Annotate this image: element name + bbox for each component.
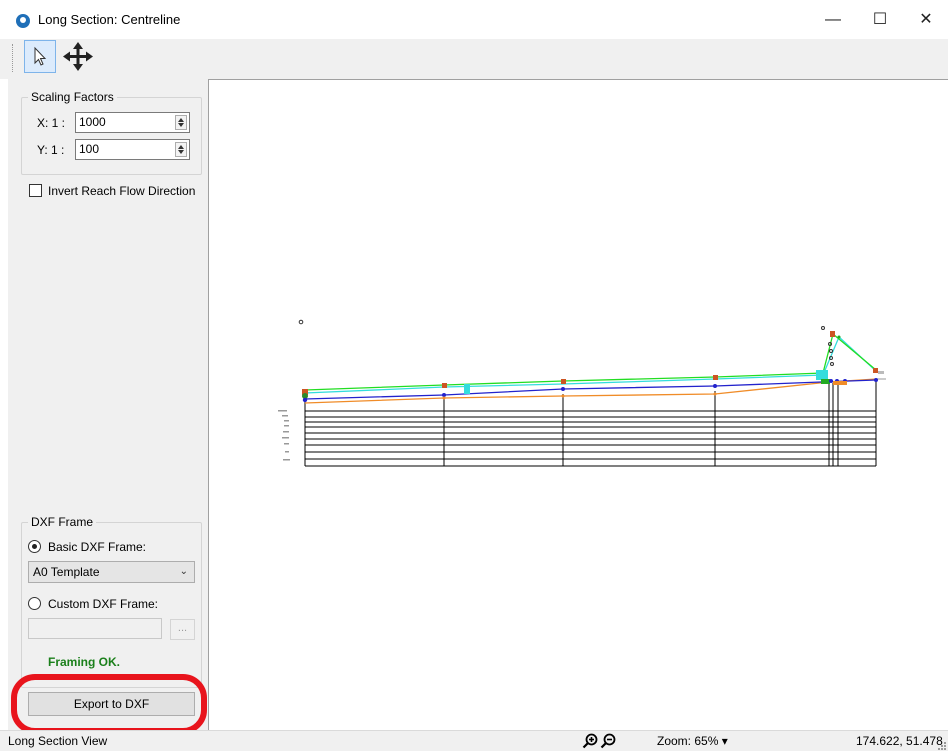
status-bar: Long Section View Zoom: 65% ▾ 174.622, 5… [0,730,948,751]
annotation-highlight-ring [11,674,207,734]
x-scale-value: 1000 [79,115,106,129]
zoom-level-dropdown[interactable]: Zoom: 65% ▾ [657,734,728,748]
pointer-arrow-icon [34,46,47,66]
pan-tool-button[interactable] [60,40,96,73]
chevron-down-icon: ⌄ [179,566,188,577]
dxf-template-value: A0 Template [33,565,100,579]
four-way-arrow-icon [63,42,93,71]
maximize-button[interactable]: ☐ [857,0,903,39]
resize-grip-icon[interactable] [936,739,946,750]
x-scale-label: X: 1 : [37,116,66,130]
cursor-coordinates: 174.622, 51.478 [856,734,943,748]
invert-flow-checkbox[interactable] [29,184,42,197]
custom-dxf-frame-radio[interactable] [28,597,41,610]
toolbar [0,39,948,79]
water-line [304,335,877,394]
title-bar: Long Section: Centreline — ☐ ✕ [0,0,948,39]
spin-arrows-icon[interactable] [175,142,187,157]
custom-dxf-path-field[interactable] [28,618,162,639]
view-name-label: Long Section View [8,734,108,748]
basic-dxf-frame-radio[interactable] [28,540,41,553]
zoom-in-icon[interactable] [582,733,598,749]
dxf-template-select[interactable]: A0 Template ⌄ [28,561,195,583]
select-tool-button[interactable] [24,40,56,73]
toolbar-grip[interactable] [12,44,15,72]
x-scale-input[interactable]: 1000 [75,112,190,133]
y-scale-label: Y: 1 : [37,143,65,157]
scaling-factors-group [21,97,202,175]
section-data-table [304,381,877,467]
y-scale-value: 100 [79,142,100,156]
spin-arrows-icon[interactable] [175,115,187,130]
y-scale-input[interactable]: 100 [75,139,190,160]
ground-line [304,332,877,391]
zoom-out-icon[interactable] [600,733,616,749]
framing-status-text: Framing OK. [48,655,121,669]
dxf-frame-title: DXF Frame [28,515,97,529]
browse-button[interactable]: ... [170,619,195,640]
scaling-factors-title: Scaling Factors [28,90,117,104]
custom-dxf-frame-label: Custom DXF Frame: [48,597,159,611]
window-title: Long Section: Centreline [38,12,181,27]
table-row-labels [278,410,290,461]
long-section-drawing [278,319,886,467]
long-section-canvas[interactable] [208,79,948,730]
basic-dxf-frame-label: Basic DXF Frame: [48,540,147,554]
minimize-button[interactable]: — [810,0,856,39]
invert-flow-label: Invert Reach Flow Direction [48,184,196,198]
app-logo-icon [16,14,30,28]
close-button[interactable]: ✕ [903,0,948,39]
